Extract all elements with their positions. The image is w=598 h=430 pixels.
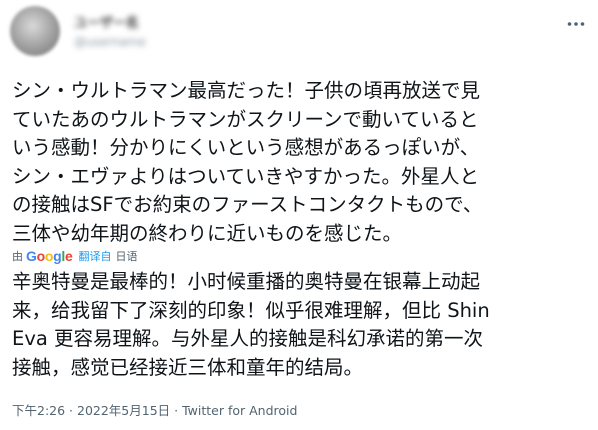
- tweet-translated-text: 辛奥特曼是最棒的！小时候重播的奥特曼在银幕上动起 来，给我留下了深刻的印象！似乎…: [12, 268, 592, 382]
- original-text-line: シン・ウルトラマン最高だった！子供の頃再放送で見: [12, 79, 481, 102]
- original-text-line: の接触はSFでお約束のファーストコンタクトもので、: [12, 193, 483, 216]
- google-logo: Google: [26, 248, 73, 264]
- tweet-source[interactable]: Twitter for Android: [182, 403, 297, 418]
- tweet: ユーザー名 @username シン・ウルトラマン最高だった！子供の頃再放送で見…: [0, 0, 598, 430]
- tweet-date[interactable]: 2022年5月15日: [77, 403, 170, 418]
- meta-separator: ·: [65, 403, 77, 418]
- translated-text-line: Eva 更容易理解。与外星人的接触是科幻承诺的第一次: [12, 327, 484, 350]
- author-display-name[interactable]: ユーザー名: [74, 12, 244, 31]
- translated-text-line: 辛奥特曼是最棒的！小时候重播的奥特曼在银幕上动起: [12, 270, 481, 293]
- translated-text-line: 接触，感觉已经接近三体和童年的结局。: [12, 355, 364, 379]
- avatar[interactable]: [10, 6, 60, 56]
- tweet-time[interactable]: 下午2:26: [12, 403, 65, 418]
- original-text-line: シン・エヴァよりはついていきやすかった。外星人と: [12, 164, 480, 188]
- original-text-line: 三体や幼年期の終わりに近いものを感じた。: [12, 221, 403, 245]
- author-handle[interactable]: @username: [74, 35, 244, 49]
- translated-text-line: 来，给我留下了深刻的印象！似乎很难理解，但比 Shin: [12, 298, 490, 322]
- tweet-original-text: シン・ウルトラマン最高だった！子供の頃再放送で見 ていたあのウルトラマンがスクリ…: [12, 77, 592, 248]
- original-text-line: ていたあのウルトラマンがスクリーンで動いていると: [12, 107, 479, 131]
- tweet-metadata: 下午2:26 · 2022年5月15日 · Twitter for Androi…: [12, 400, 297, 419]
- author-info[interactable]: ユーザー名 @username: [74, 12, 244, 52]
- more-horizontal-icon: [567, 22, 585, 26]
- translation-prefix: 由: [12, 250, 23, 263]
- translation-attribution: 由 Google 翻译自 日语: [12, 247, 137, 265]
- original-text-line: いう感動！分かりにくいという感想があるっぽいが、: [12, 136, 480, 159]
- source-language: 日语: [115, 250, 138, 263]
- tweet-header: ユーザー名 @username: [0, 0, 598, 64]
- meta-separator: ·: [170, 403, 183, 418]
- translated-from-link[interactable]: 翻译自: [78, 248, 111, 264]
- more-button[interactable]: [566, 14, 586, 34]
